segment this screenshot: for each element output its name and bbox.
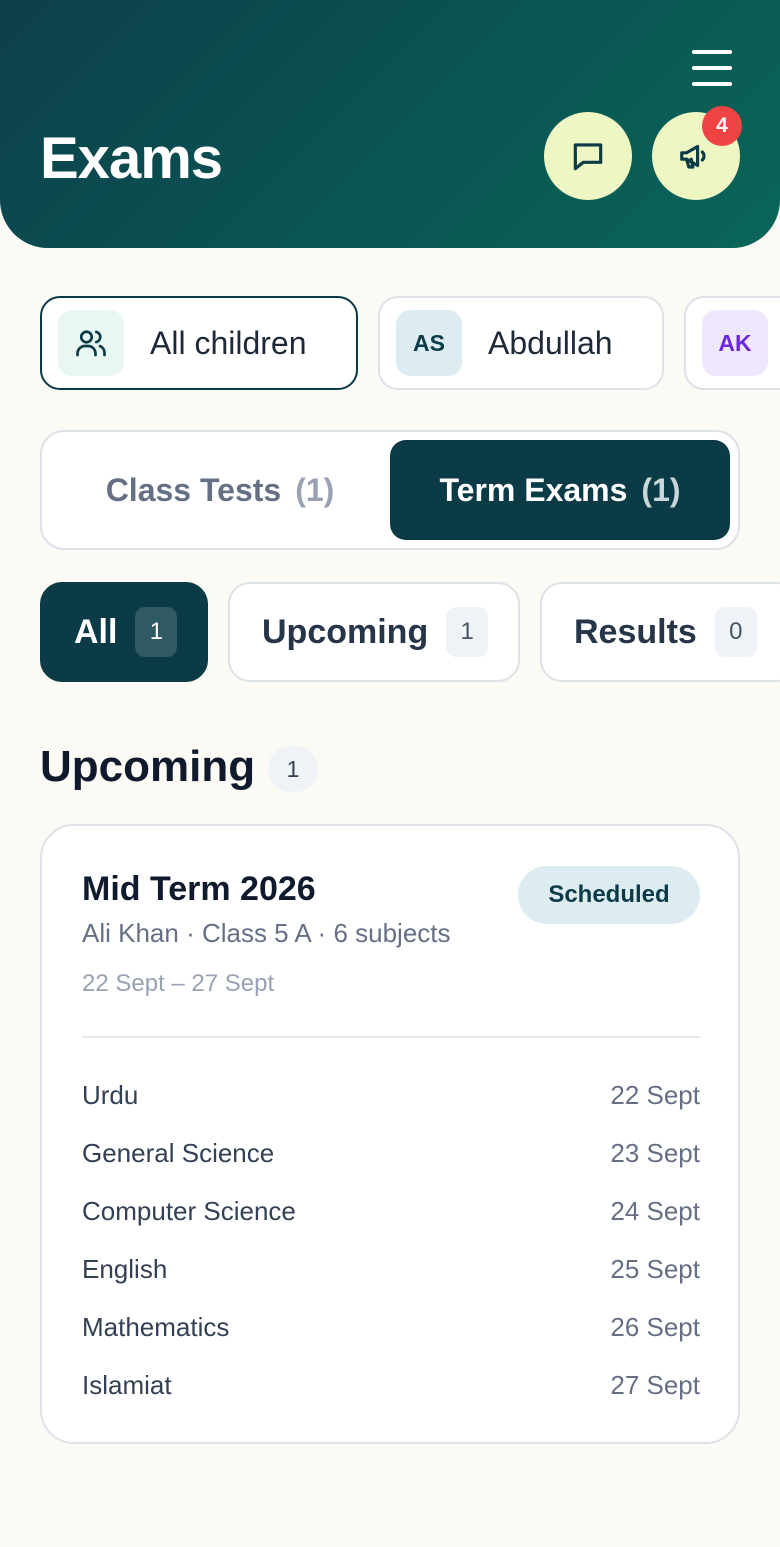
subject-name: General Science	[82, 1137, 275, 1168]
tab-class-tests[interactable]: Class Tests (1)	[50, 440, 390, 540]
tab-label: Class Tests	[105, 471, 282, 508]
menu-button[interactable]	[690, 48, 734, 88]
subject-name: Computer Science	[82, 1195, 296, 1226]
megaphone-icon	[680, 144, 706, 169]
tab-term-exams[interactable]: Term Exams (1)	[390, 440, 730, 540]
child-chip-ak[interactable]: AK	[684, 296, 780, 390]
subject-date: 23 Sept	[610, 1137, 700, 1168]
chat-icon	[573, 143, 603, 171]
child-chip-abdullah[interactable]: AS Abdullah	[378, 296, 664, 390]
filter-results[interactable]: Results 0	[540, 582, 780, 682]
avatar: AS	[396, 310, 462, 376]
tab-count: (1)	[295, 471, 335, 508]
divider	[82, 1036, 700, 1038]
list-item: Mathematics 26 Sept	[82, 1298, 700, 1356]
section-title: Upcoming	[40, 742, 256, 791]
subject-name: Urdu	[82, 1079, 139, 1110]
subject-date: 25 Sept	[610, 1253, 700, 1284]
subject-list: Urdu 22 Sept General Science 23 Sept Com…	[82, 1066, 700, 1414]
filter-label: All	[74, 612, 118, 651]
filter-count: 1	[446, 607, 489, 657]
subject-name: Mathematics	[82, 1311, 230, 1342]
filter-label: Results	[574, 612, 697, 651]
exam-type-tabs: Class Tests (1) Term Exams (1)	[40, 430, 740, 550]
exam-card[interactable]: Mid Term 2026 Scheduled Ali Khan · Class…	[40, 824, 740, 1444]
status-badge: Scheduled	[518, 866, 700, 924]
messages-button[interactable]	[544, 112, 632, 200]
list-item: Urdu 22 Sept	[82, 1066, 700, 1124]
section-count: 1	[268, 746, 318, 792]
tab-label: Term Exams	[439, 471, 628, 508]
page-title: Exams	[40, 126, 223, 191]
tab-count: (1)	[641, 471, 681, 508]
menu-icon	[692, 50, 732, 54]
menu-icon-line	[692, 66, 732, 70]
notification-badge: 4	[702, 106, 742, 146]
filter-count: 1	[135, 607, 178, 657]
list-item: English 25 Sept	[82, 1240, 700, 1298]
subject-date: 24 Sept	[610, 1195, 700, 1226]
child-chip-label: Abdullah	[488, 324, 613, 361]
subject-name: Islamiat	[82, 1369, 172, 1400]
subject-date: 27 Sept	[610, 1369, 700, 1400]
exam-date-range: 22 Sept – 27 Sept	[82, 970, 275, 997]
subject-name: English	[82, 1253, 168, 1284]
subject-date: 22 Sept	[610, 1079, 700, 1110]
filter-upcoming[interactable]: Upcoming 1	[228, 582, 520, 682]
filter-label: Upcoming	[262, 612, 429, 651]
list-item: General Science 23 Sept	[82, 1124, 700, 1182]
menu-icon-line	[692, 82, 732, 86]
filter-count: 0	[714, 607, 757, 657]
announcements-button[interactable]: 4	[652, 106, 742, 200]
users-icon	[58, 310, 124, 376]
exam-meta: Ali Khan · Class 5 A · 6 subjects	[82, 918, 451, 948]
subject-date: 26 Sept	[610, 1311, 700, 1342]
avatar: AK	[702, 310, 768, 376]
list-item: Islamiat 27 Sept	[82, 1356, 700, 1414]
list-item: Computer Science 24 Sept	[82, 1182, 700, 1240]
exam-title: Mid Term 2026	[82, 870, 316, 908]
page-header: Exams 4	[0, 0, 780, 248]
filter-all[interactable]: All 1	[40, 582, 208, 682]
child-chip-label: All children	[150, 324, 307, 361]
child-chip-all[interactable]: All children	[40, 296, 358, 390]
